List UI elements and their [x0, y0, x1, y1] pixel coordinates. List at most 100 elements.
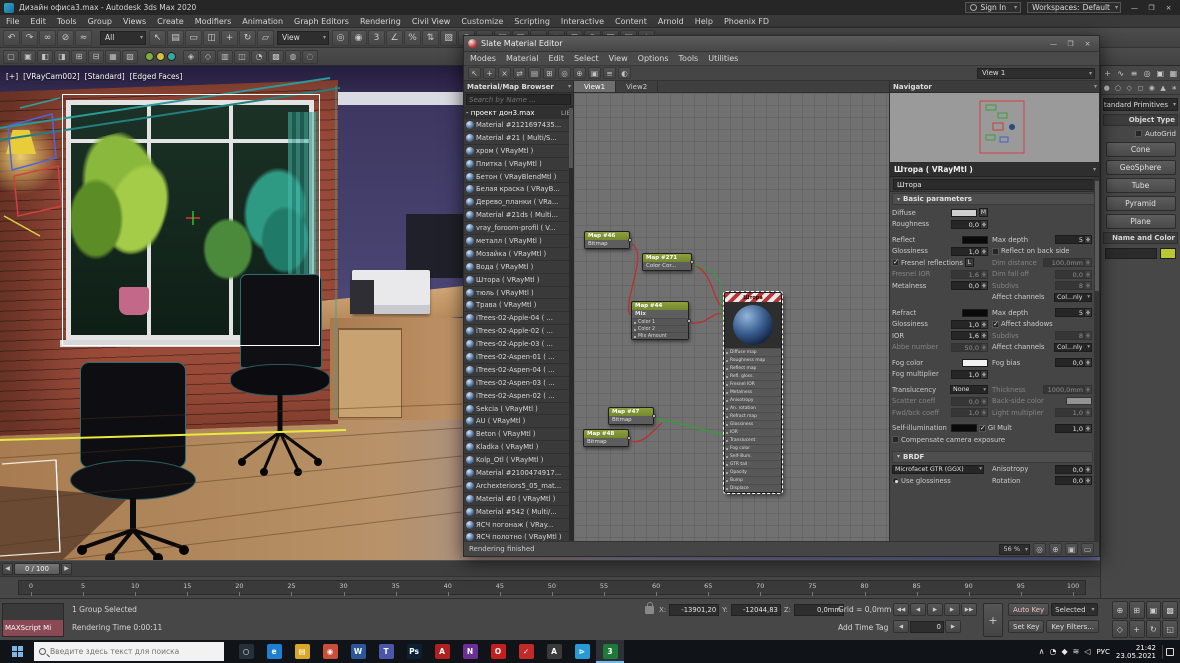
menu-item[interactable]: Modifiers	[195, 17, 232, 26]
next-frame-arrow-icon[interactable]: ▶	[61, 563, 72, 575]
create-category-icon[interactable]: ●	[1101, 81, 1112, 94]
material-name-field[interactable]: Штора	[893, 179, 1096, 190]
reflect-back-side-checkbox[interactable]	[992, 248, 999, 255]
material-list-item[interactable]: ЯСЧ полотно ( VRayMtl )	[464, 532, 573, 542]
sign-in-button[interactable]: Sign In	[965, 2, 1021, 13]
ior-spinner[interactable]: 1,6	[951, 331, 988, 340]
material-slot[interactable]: GTR tail	[725, 460, 781, 468]
playback-button[interactable]: ◀	[910, 603, 926, 616]
node-output-dot[interactable]	[627, 436, 631, 440]
toolbar-icon[interactable]: ∞	[39, 30, 56, 46]
light-multiplier-spinner[interactable]: 1,0	[1055, 408, 1092, 417]
browser-scrollbar[interactable]	[569, 106, 573, 541]
create-category-icon[interactable]: ◇	[1124, 81, 1135, 94]
slate-toolbar-icon[interactable]: ⊕	[573, 67, 586, 79]
refract-max-depth-spinner[interactable]: 5	[1055, 308, 1092, 317]
toolbar-icon[interactable]: ◎	[332, 30, 349, 46]
node-output-dot[interactable]	[690, 260, 694, 264]
back-side-color-swatch[interactable]	[1066, 397, 1092, 405]
material-list-item[interactable]: Плитка ( VRayMtl )	[464, 158, 573, 171]
material-slot[interactable]: Anisotropy	[725, 396, 781, 404]
action-center-button[interactable]	[1162, 645, 1176, 659]
viewport-nav-icon[interactable]: ⊞	[1129, 601, 1145, 619]
node-map44-mix[interactable]: Map #44 Mix Color 1Color 2Mix Amount	[631, 301, 689, 340]
reflect-glossiness-spinner[interactable]: 1,0	[951, 247, 988, 256]
material-list-item[interactable]: ЯСЧ погонаж ( VRay...	[464, 519, 573, 532]
menu-item[interactable]: Customize	[461, 17, 503, 26]
ribbon-tool-icon[interactable]: ▢	[3, 50, 19, 64]
playback-button[interactable]: ▶▶	[961, 603, 977, 616]
slate-menu-item[interactable]: Material	[506, 54, 539, 63]
slate-toolbar-icon[interactable]: ↖	[468, 67, 481, 79]
toolbar-icon[interactable]: ▱	[257, 30, 274, 46]
frame-forward-icon[interactable]: ▶	[945, 620, 961, 633]
menu-item[interactable]: Tools	[57, 17, 77, 26]
paint-color-dot-icon[interactable]	[167, 52, 176, 61]
viewport-nav-icon[interactable]: ↻	[1146, 620, 1162, 638]
set-keys-button[interactable]: +	[983, 603, 1003, 637]
toolbar-icon[interactable]: ◫	[203, 30, 220, 46]
material-library-group[interactable]: - проект дон3.max LIB	[464, 106, 573, 119]
material-slot[interactable]: Fog color	[725, 444, 781, 452]
fwd-bck-coeff-spinner[interactable]: 1,0	[951, 408, 988, 417]
node-map48[interactable]: Map #48 Bitmap	[583, 429, 629, 447]
name-color-rollout[interactable]: Name and Color	[1103, 232, 1178, 244]
ribbon-tool-icon[interactable]: ⊞	[71, 50, 87, 64]
material-slot[interactable]: Opacity	[725, 468, 781, 476]
maximize-button[interactable]: ❐	[1144, 2, 1159, 13]
toolbar-icon[interactable]: ◉	[350, 30, 367, 46]
frame-back-icon[interactable]: ◀	[893, 620, 909, 633]
self-illumination-swatch[interactable]	[951, 424, 977, 432]
fog-multiplier-spinner[interactable]: 1,0	[951, 370, 988, 379]
roughness-spinner[interactable]: 0,0	[951, 220, 988, 229]
reference-coordinate-dropdown[interactable]: View	[277, 31, 329, 45]
command-panel-tab-icon[interactable]: ≡	[1127, 66, 1140, 80]
compensate-exposure-checkbox[interactable]	[892, 436, 899, 443]
material-list-item[interactable]: Трава ( VRayMtl )	[464, 299, 573, 312]
menu-item[interactable]: Help	[695, 17, 713, 26]
slate-toolbar-icon[interactable]: +	[483, 67, 496, 79]
toolbar-icon[interactable]: ↻	[239, 30, 256, 46]
tab-view2[interactable]: View2	[616, 81, 658, 92]
command-panel-tab-icon[interactable]: ▣	[1154, 66, 1167, 80]
material-node-header[interactable]: Штора	[725, 293, 781, 302]
toolbar-icon[interactable]: ▭	[185, 30, 202, 46]
playback-button[interactable]: ◀◀	[893, 603, 909, 616]
slate-toolbar-icon[interactable]: ×	[498, 67, 511, 79]
menu-item[interactable]: Graph Editors	[294, 17, 349, 26]
material-list-item[interactable]: Material #2121697435...	[464, 119, 573, 132]
selection-set-dropdown[interactable]: Selected	[1051, 603, 1097, 616]
material-list-item[interactable]: Beton ( VRayMtl )	[464, 428, 573, 441]
material-list-item[interactable]: Дерево_планки ( VRa...	[464, 196, 573, 209]
menu-item[interactable]: Interactive	[561, 17, 604, 26]
material-list-item[interactable]: Material #21 ( Multi/S...	[464, 132, 573, 145]
material-list-item[interactable]: Material #2100474917...	[464, 467, 573, 480]
material-list-item[interactable]: AU ( VRayMtl )	[464, 415, 573, 428]
slate-close-button[interactable]: ×	[1080, 38, 1095, 49]
material-slot[interactable]: Roughness map	[725, 356, 781, 364]
material-slot[interactable]: Fresnel IOR	[725, 380, 781, 388]
key-filters-button[interactable]: Key Filters...	[1046, 620, 1099, 633]
toolbar-icon[interactable]: ∠	[386, 30, 403, 46]
menu-item[interactable]: Views	[123, 17, 146, 26]
autogrid-checkbox[interactable]	[1135, 130, 1142, 137]
slate-menu-item[interactable]: Select	[574, 54, 599, 63]
toolbar-icon[interactable]: ▧	[440, 30, 457, 46]
ribbon-tool-icon[interactable]: ◨	[54, 50, 70, 64]
material-list-item[interactable]: vray_foroom-profil ( V...	[464, 222, 573, 235]
menu-item[interactable]: Rendering	[360, 17, 401, 26]
slate-view-combo[interactable]: View 1	[977, 68, 1095, 79]
viewport-camera-menu[interactable]: [VRayCam002]	[23, 72, 80, 81]
material-slot[interactable]: Refl. gloss.	[725, 372, 781, 380]
node-output-dot[interactable]	[687, 319, 691, 323]
toolbar-icon[interactable]: +	[221, 30, 238, 46]
primitive-button[interactable]: Pyramid	[1106, 196, 1176, 211]
dim-distance-spinner[interactable]: 100,0mm	[1043, 258, 1092, 267]
menu-item[interactable]: Scripting	[514, 17, 550, 26]
slate-toolbar-icon[interactable]: ≡	[603, 67, 616, 79]
max-depth-spinner[interactable]: 5	[1055, 235, 1092, 244]
taskbar-clock[interactable]: 21:42 23.05.2021	[1116, 644, 1156, 660]
material-slot[interactable]: Glossiness	[725, 420, 781, 428]
zoom-region-view-icon[interactable]: ▭	[1081, 543, 1094, 555]
reflect-affect-channels-dropdown[interactable]: Col...nly	[1054, 293, 1092, 302]
